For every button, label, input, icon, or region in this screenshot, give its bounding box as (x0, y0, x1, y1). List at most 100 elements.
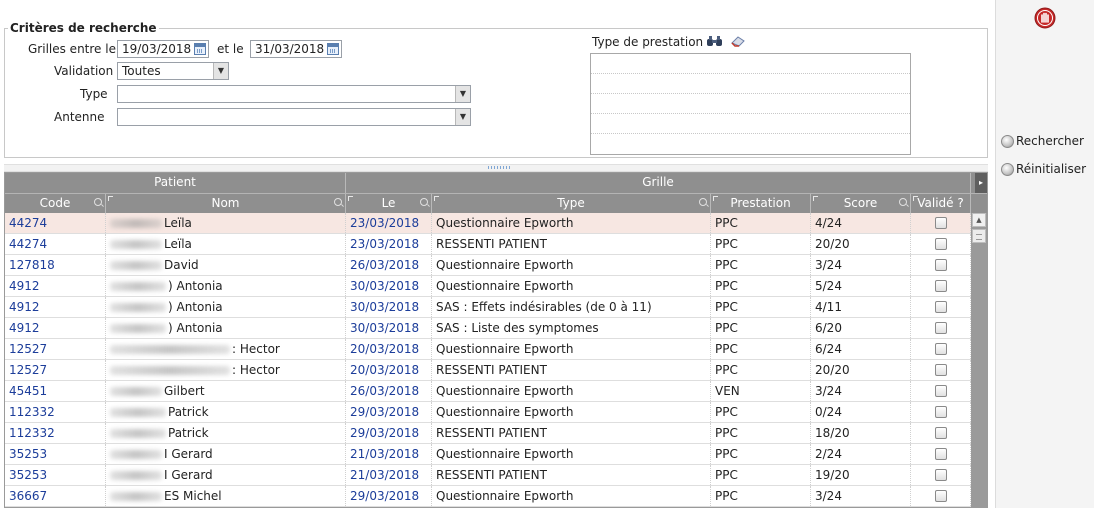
date-to-field[interactable]: 31/03/2018 (250, 40, 342, 58)
validated-checkbox[interactable] (935, 322, 947, 334)
table-row[interactable]: 4912) Antonia 30/03/2018 Questionnaire Epw… (5, 276, 971, 297)
prestation-list[interactable] (590, 53, 911, 155)
column-search-icon[interactable] (94, 198, 102, 206)
table-row[interactable]: 112332 Patrick 29/03/2018 RESSENTI PATIENT P… (5, 423, 971, 444)
vertical-scrollbar[interactable]: ▲ (971, 213, 987, 507)
validated-checkbox[interactable] (935, 385, 947, 397)
column-menu-icon[interactable]: ▸ (975, 173, 987, 193)
cell-code[interactable]: 36667 (5, 486, 106, 506)
table-row[interactable]: 4912) Antonia 30/03/2018 SAS : Liste des s… (5, 318, 971, 339)
stop-hand-icon[interactable] (1034, 7, 1056, 32)
cell-le[interactable]: 29/03/2018 (346, 486, 432, 506)
cell-code[interactable]: 112332 (5, 423, 106, 443)
table-row[interactable]: 44274 Leïla 23/03/2018 RESSENTI PATIENT PPC 2… (5, 234, 971, 255)
cell-le[interactable]: 23/03/2018 (346, 234, 432, 254)
table-row[interactable]: 127818 David 26/03/2018 Questionnaire Epwor… (5, 255, 971, 276)
binoculars-icon[interactable] (706, 35, 724, 50)
table-row[interactable]: 12527: Hector 20/03/2018 Questionnaire Epw… (5, 339, 971, 360)
cell-code[interactable]: 45451 (5, 381, 106, 401)
col-header-prestation[interactable]: Prestation (711, 194, 811, 214)
chevron-down-icon[interactable]: ▼ (455, 109, 470, 125)
column-search-icon[interactable] (334, 198, 342, 206)
validated-checkbox[interactable] (935, 259, 947, 271)
splitter-grip[interactable] (488, 166, 512, 169)
cell-le[interactable]: 30/03/2018 (346, 318, 432, 338)
cell-code[interactable]: 35253 (5, 465, 106, 485)
sort-icon[interactable] (813, 196, 818, 201)
table-row[interactable]: 44274 Leïla 23/03/2018 Questionnaire Epwort… (5, 213, 971, 234)
chevron-down-icon[interactable]: ▼ (455, 86, 470, 102)
list-item[interactable] (591, 54, 910, 74)
cell-code[interactable]: 12527 (5, 339, 106, 359)
table-row[interactable]: 35253 I Gerard 21/03/2018 Questionnaire Epw… (5, 444, 971, 465)
validated-checkbox[interactable] (935, 469, 947, 481)
column-search-icon[interactable] (899, 198, 907, 206)
cell-code[interactable]: 44274 (5, 234, 106, 254)
sort-icon[interactable] (348, 196, 353, 201)
scroll-up-icon[interactable]: ▲ (972, 213, 986, 227)
validated-checkbox[interactable] (935, 217, 947, 229)
col-header-valide[interactable]: Validé ? (911, 194, 971, 214)
antenne-select[interactable]: ▼ (117, 108, 471, 126)
col-header-code[interactable]: Code (5, 194, 106, 214)
eraser-icon[interactable] (730, 35, 746, 50)
cell-le[interactable]: 26/03/2018 (346, 255, 432, 275)
table-row[interactable]: 4912) Antonia 30/03/2018 SAS : Effets indé… (5, 297, 971, 318)
cell-le[interactable]: 21/03/2018 (346, 465, 432, 485)
cell-le[interactable]: 30/03/2018 (346, 297, 432, 317)
cell-code[interactable]: 112332 (5, 402, 106, 422)
validated-checkbox[interactable] (935, 364, 947, 376)
col-header-le[interactable]: Le (346, 194, 432, 214)
validated-checkbox[interactable] (935, 490, 947, 502)
list-item[interactable] (591, 114, 910, 134)
col-header-score[interactable]: Score (811, 194, 911, 214)
validated-checkbox[interactable] (935, 406, 947, 418)
cell-le[interactable]: 29/03/2018 (346, 423, 432, 443)
cell-le[interactable]: 29/03/2018 (346, 402, 432, 422)
sort-icon[interactable] (108, 196, 113, 201)
col-header-nom[interactable]: Nom (106, 194, 346, 214)
panel-splitter[interactable] (4, 164, 988, 172)
cell-code[interactable]: 35253 (5, 444, 106, 464)
cell-code[interactable]: 4912 (5, 297, 106, 317)
list-item[interactable] (591, 74, 910, 94)
cell-code[interactable]: 44274 (5, 213, 106, 233)
sort-icon[interactable] (913, 196, 918, 201)
cell-le[interactable]: 26/03/2018 (346, 381, 432, 401)
table-row[interactable]: 12527: Hector 20/03/2018 RESSENTI PATIENT P… (5, 360, 971, 381)
type-select[interactable]: ▼ (117, 85, 471, 103)
column-search-icon[interactable] (699, 198, 707, 206)
validated-checkbox[interactable] (935, 427, 947, 439)
cell-code[interactable]: 12527 (5, 360, 106, 380)
validated-checkbox[interactable] (935, 301, 947, 313)
chevron-down-icon[interactable]: ▼ (213, 63, 228, 79)
validation-select[interactable]: Toutes ▼ (117, 62, 229, 80)
table-row[interactable]: 112332 Patrick 29/03/2018 Questionnaire Epw… (5, 402, 971, 423)
validated-checkbox[interactable] (935, 343, 947, 355)
table-row[interactable]: 36667 ES Michel 29/03/2018 Questionnaire Ep… (5, 486, 971, 507)
validated-checkbox[interactable] (935, 448, 947, 460)
calendar-icon[interactable] (194, 43, 206, 55)
table-row[interactable]: 35253 I Gerard 21/03/2018 RESSENTI PATIENT P… (5, 465, 971, 486)
cell-code[interactable]: 127818 (5, 255, 106, 275)
validated-checkbox[interactable] (935, 280, 947, 292)
date-from-field[interactable]: 19/03/2018 (117, 40, 209, 58)
cell-le[interactable]: 23/03/2018 (346, 213, 432, 233)
cell-le[interactable]: 20/03/2018 (346, 360, 432, 380)
list-item[interactable] (591, 94, 910, 114)
col-header-type[interactable]: Type (432, 194, 711, 214)
cell-le[interactable]: 20/03/2018 (346, 339, 432, 359)
sort-icon[interactable] (713, 196, 718, 201)
validated-checkbox[interactable] (935, 238, 947, 250)
scroll-thumb[interactable] (972, 229, 986, 243)
cell-code[interactable]: 4912 (5, 276, 106, 296)
cell-le[interactable]: 21/03/2018 (346, 444, 432, 464)
table-row[interactable]: 45451 Gilbert 26/03/2018 Questionnaire Epwo… (5, 381, 971, 402)
cell-le[interactable]: 30/03/2018 (346, 276, 432, 296)
calendar-icon[interactable] (327, 43, 339, 55)
reinitialiser-button[interactable]: Réinitialiser (1001, 162, 1086, 176)
list-item[interactable] (591, 134, 910, 154)
sort-icon[interactable] (434, 196, 439, 201)
column-search-icon[interactable] (420, 198, 428, 206)
cell-code[interactable]: 4912 (5, 318, 106, 338)
